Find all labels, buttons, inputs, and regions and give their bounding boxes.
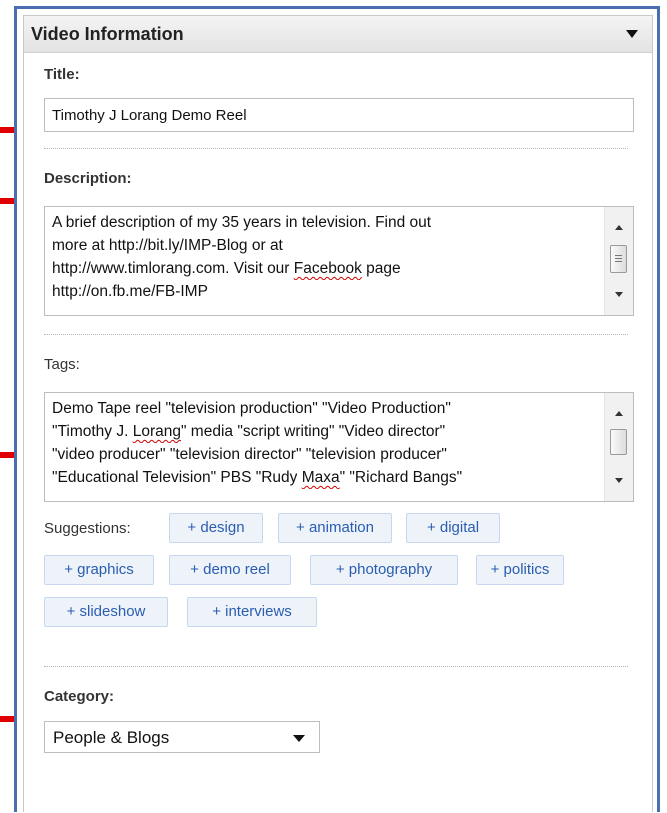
divider [44,334,628,335]
scroll-up-icon[interactable] [615,225,623,230]
category-selected-value: People & Blogs [53,728,170,747]
video-information-panel: Video Information Title: Description: A … [23,15,653,812]
misspelled-word: Maxa [301,469,340,486]
scroll-thumb[interactable] [610,429,627,455]
description-textarea[interactable]: A brief description of my 35 years in te… [44,206,634,316]
scroll-thumb[interactable] [610,245,627,273]
title-input[interactable] [44,98,634,132]
tags-line-4-suffix: " "Richard Bangs" [339,469,463,486]
tags-line-4-text: "Educational Television" PBS "Rudy [52,469,302,486]
scroll-down-icon[interactable] [615,292,623,297]
tags-line-4: "Educational Television" PBS "Rudy Maxa"… [52,466,595,489]
suggestion-chip-graphics[interactable]: + graphics [44,555,154,585]
suggestion-chip-slideshow[interactable]: + slideshow [44,597,168,627]
suggestion-chip-design[interactable]: + design [169,513,263,543]
description-scrollbar[interactable] [604,207,633,315]
tags-label: Tags: [44,356,80,373]
description-line-2: more at http://bit.ly/IMP-Blog or at [52,237,283,254]
collapse-caret-icon[interactable] [626,30,638,38]
suggestion-chip-demo-reel[interactable]: + demo reel [169,555,291,585]
divider [44,148,628,149]
category-select[interactable]: People & Blogs [44,721,320,753]
misspelled-word: Facebook [293,260,362,277]
suggestion-chip-digital[interactable]: + digital [406,513,500,543]
scroll-down-icon[interactable] [615,478,623,483]
chevron-down-icon [293,735,305,742]
description-line-1: A brief description of my 35 years in te… [52,214,432,231]
suggestions-label: Suggestions: [44,520,131,537]
tags-line-1: Demo Tape reel "television production" "… [52,400,451,417]
description-line-3: http://www.timlorang.com. Visit our Face… [52,257,595,280]
misspelled-word: Lorang [132,423,181,440]
category-label: Category: [44,688,115,705]
divider [44,666,628,667]
panel-title: Video Information [31,24,184,44]
tags-line-2: "Timothy J. Lorang" media "script writin… [52,420,595,443]
description-label: Description: [44,170,132,187]
tags-textarea[interactable]: Demo Tape reel "television production" "… [44,392,634,502]
suggestion-chip-politics[interactable]: + politics [476,555,564,585]
description-line-3-text: http://www.timlorang.com. Visit our [52,260,294,277]
tags-line-2-suffix: " media "script writing" "Video director… [180,423,446,440]
description-line-3-suffix: page [361,260,401,277]
tags-line-3: "video producer" "television director" "… [52,446,447,463]
description-line-4: http://on.fb.me/FB-IMP [52,283,208,300]
title-label: Title: [44,66,80,83]
tags-scrollbar[interactable] [604,393,633,501]
suggestion-chip-interviews[interactable]: + interviews [187,597,317,627]
tags-line-2-text: "Timothy J. [52,423,133,440]
screenshot-frame: Video Information Title: Description: A … [14,6,660,812]
suggestion-chip-animation[interactable]: + animation [278,513,392,543]
panel-header[interactable]: Video Information [24,16,652,53]
scroll-up-icon[interactable] [615,411,623,416]
suggestion-chip-photography[interactable]: + photography [310,555,458,585]
